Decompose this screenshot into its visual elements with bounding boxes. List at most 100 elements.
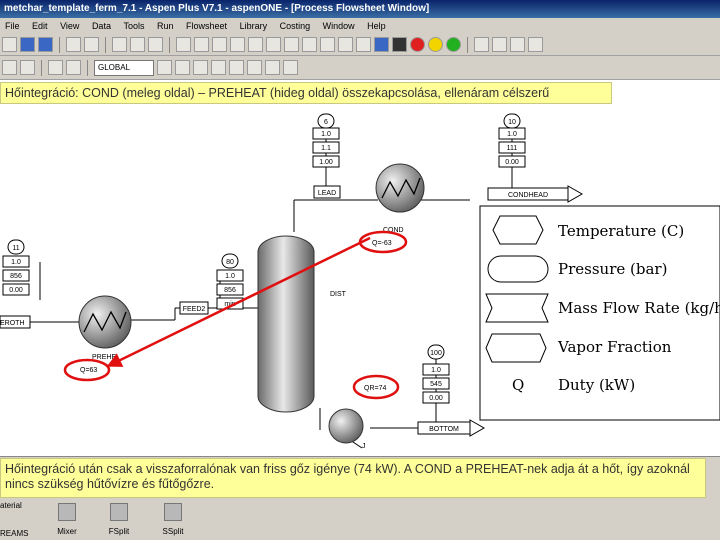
legend-duty-symbol: Q — [512, 376, 524, 394]
menu-data[interactable]: Data — [87, 18, 116, 34]
table-icon[interactable] — [212, 37, 227, 52]
align-left-icon[interactable] — [211, 60, 226, 75]
reboiler-block[interactable] — [328, 408, 364, 444]
green-status-icon[interactable] — [446, 37, 461, 52]
stream-tag-feed-left[interactable]: 11 1.0 856 0.00 — [2, 239, 30, 296]
copy-icon[interactable] — [130, 37, 145, 52]
title-bar: metchar_template_ferm_7.1 - Aspen Plus V… — [0, 0, 720, 18]
stop-icon[interactable] — [320, 37, 335, 52]
help-icon[interactable] — [510, 37, 525, 52]
open-file-icon[interactable] — [20, 37, 35, 52]
temperature-value: 1.0 — [321, 131, 331, 138]
print-icon[interactable] — [66, 37, 81, 52]
results-icon[interactable] — [284, 37, 299, 52]
dist-label: DIST — [330, 291, 347, 298]
bottom-label: BOTTOM — [429, 426, 459, 433]
secondary-toolbar: GLOBAL — [0, 56, 720, 80]
legend-vapor: Vapor Fraction — [557, 338, 672, 356]
underline-icon[interactable] — [193, 60, 208, 75]
data-browser-icon[interactable] — [266, 37, 281, 52]
menu-flowsheet[interactable]: Flowsheet — [181, 18, 232, 34]
stream-icon[interactable] — [20, 60, 35, 75]
menu-bar: File Edit View Data Tools Run Flowsheet … — [0, 18, 720, 34]
palette-material-label: aterial — [0, 501, 22, 510]
print-preview-icon[interactable] — [84, 37, 99, 52]
pressure-value: 856 — [224, 287, 236, 294]
menu-edit[interactable]: Edit — [27, 18, 53, 34]
select-icon[interactable] — [176, 37, 191, 52]
red-status-icon[interactable] — [410, 37, 425, 52]
temperature-value: 1.0 — [11, 259, 21, 266]
temperature-value: 1.0 — [431, 367, 441, 374]
section-icon[interactable] — [2, 60, 17, 75]
menu-view[interactable]: View — [55, 18, 84, 34]
flowsheet-icon[interactable] — [194, 37, 209, 52]
menu-library[interactable]: Library — [235, 18, 273, 34]
flowsheet-diagram: 6 1.0 1.1 1.00 LEAD 10 1.0 111 0.00 COND… — [0, 113, 720, 450]
save-icon[interactable] — [38, 37, 53, 52]
bold-icon[interactable] — [157, 60, 172, 75]
align-center-icon[interactable] — [229, 60, 244, 75]
main-toolbar — [0, 34, 720, 56]
flowsheet-canvas[interactable]: 6 1.0 1.1 1.00 LEAD 10 1.0 111 0.00 COND… — [0, 80, 720, 456]
check-icon[interactable] — [302, 37, 317, 52]
zoom-in-icon[interactable] — [474, 37, 489, 52]
condhead-arrow-icon — [567, 185, 584, 203]
stream-id: 6 — [324, 119, 328, 126]
temperature-value: 1.0 — [507, 131, 517, 138]
preheat-duty: Q=63 — [80, 367, 97, 374]
align-right-icon[interactable] — [247, 60, 262, 75]
grid-icon[interactable] — [48, 60, 63, 75]
menu-costing[interactable]: Costing — [275, 18, 316, 34]
fill-color-icon[interactable] — [283, 60, 298, 75]
palette-mixer-label[interactable]: Mixer — [52, 527, 82, 536]
close-run-icon[interactable] — [392, 37, 407, 52]
callout-bottom: Hőintegráció után csak a visszaforralóna… — [0, 458, 706, 498]
palette-fsplit-label[interactable]: FSplit — [104, 527, 134, 536]
preheater-block[interactable] — [78, 295, 132, 349]
new-file-icon[interactable] — [2, 37, 17, 52]
ssplit-icon[interactable] — [164, 503, 182, 521]
run-setup-icon[interactable] — [248, 37, 263, 52]
yellow-status-icon[interactable] — [428, 37, 443, 52]
step-icon[interactable] — [338, 37, 353, 52]
align-icon[interactable] — [66, 60, 81, 75]
stream-tag-cond[interactable]: 6 1.0 1.1 1.00 — [312, 113, 340, 186]
toolbar-separator — [41, 59, 42, 76]
stream-id: 10 — [508, 119, 516, 126]
menu-tools[interactable]: Tools — [118, 18, 149, 34]
italic-icon[interactable] — [175, 60, 190, 75]
menu-file[interactable]: File — [0, 18, 25, 34]
pressure-value: 856 — [10, 273, 22, 280]
palette-ssplit-label[interactable]: SSplit — [158, 527, 188, 536]
font-color-icon[interactable] — [265, 60, 280, 75]
menu-window[interactable]: Window — [318, 18, 360, 34]
fsplit-icon[interactable] — [110, 503, 128, 521]
legend-temperature-shape — [492, 215, 544, 245]
paste-icon[interactable] — [148, 37, 163, 52]
section-combo[interactable]: GLOBAL — [94, 59, 154, 76]
menu-run[interactable]: Run — [152, 18, 179, 34]
toolbar-separator — [169, 36, 170, 53]
temperature-value: 1.0 — [225, 273, 235, 280]
mixer-icon[interactable] — [58, 503, 76, 521]
whats-this-icon[interactable] — [528, 37, 543, 52]
pressure-value: 111 — [507, 145, 518, 152]
cut-icon[interactable] — [112, 37, 127, 52]
heat-integration-arrow — [106, 236, 371, 368]
next-icon[interactable] — [374, 37, 389, 52]
menu-help[interactable]: Help — [362, 18, 391, 34]
reset-icon[interactable] — [356, 37, 371, 52]
callout-top: Hőintegráció: COND (meleg oldal) – PREHE… — [0, 82, 612, 104]
stream-tag-bottom[interactable]: 100 1.0 545 0.00 — [422, 344, 450, 422]
legend-flow-shape — [485, 293, 549, 323]
zoom-out-icon[interactable] — [492, 37, 507, 52]
distillation-column[interactable] — [257, 235, 315, 413]
stream-id: 80 — [226, 259, 234, 266]
legend-pressure-shape — [487, 255, 549, 283]
stream-tag-condhead[interactable]: 10 1.0 111 0.00 — [498, 113, 526, 188]
pressure-value: 1.1 — [321, 145, 331, 152]
legend-duty: Duty (kW) — [558, 376, 635, 394]
plot-icon[interactable] — [230, 37, 245, 52]
erot-label: EROTH — [0, 320, 25, 327]
